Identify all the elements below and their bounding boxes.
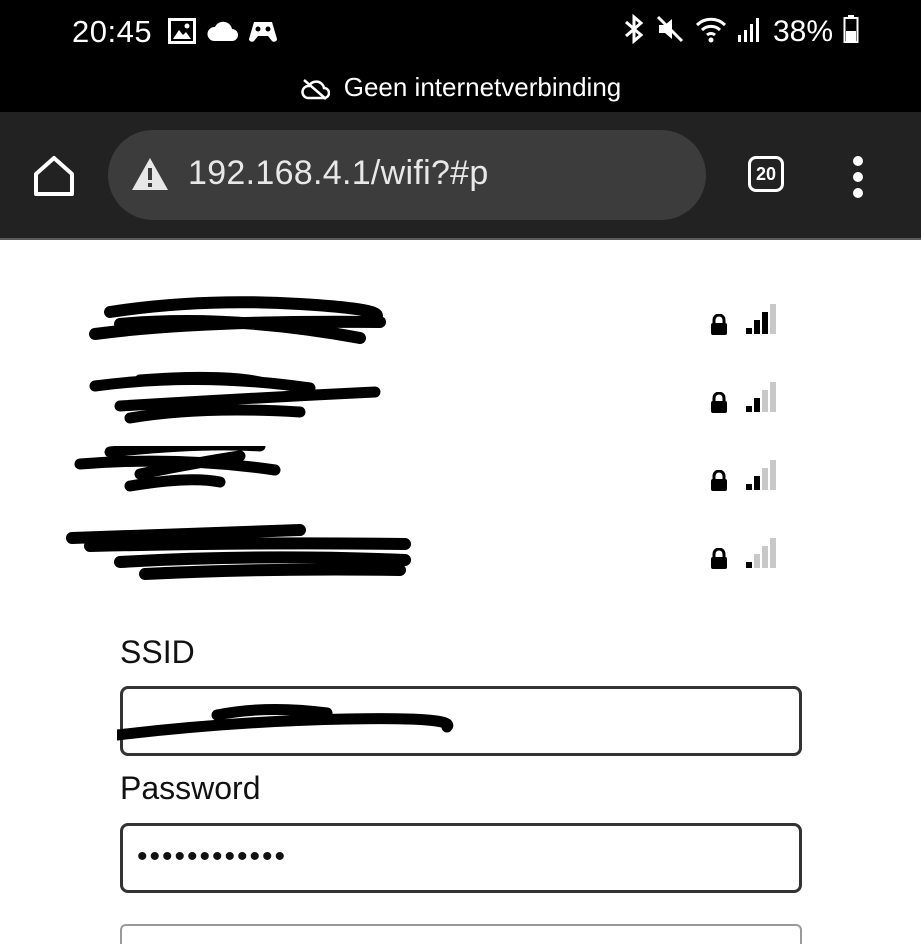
network-item[interactable] [0, 446, 921, 506]
network-item[interactable] [0, 290, 921, 350]
cell-signal-icon [737, 15, 763, 48]
address-bar[interactable]: 192.168.4.1/wifi?#p [108, 130, 706, 220]
redaction-scribble [66, 524, 411, 580]
tab-switcher-button[interactable]: 20 [748, 156, 784, 192]
next-field-edge[interactable] [120, 924, 802, 944]
network-item[interactable] [0, 368, 921, 428]
network-item[interactable] [0, 524, 921, 584]
battery-percent: 38% [772, 14, 833, 48]
cloud-off-icon [300, 79, 330, 100]
home-button[interactable] [30, 152, 78, 200]
battery-icon [843, 14, 859, 49]
password-input[interactable]: •••••••••••• [120, 823, 802, 893]
image-icon [168, 18, 196, 49]
redaction-scribble [74, 446, 281, 492]
cloud-icon [206, 20, 238, 47]
warning-icon[interactable] [130, 156, 170, 197]
browser-toolbar: 192.168.4.1/wifi?#p 20 [0, 112, 921, 240]
signal-strength-icon [746, 538, 776, 568]
status-time: 20:45 [72, 14, 153, 49]
home-icon [34, 156, 74, 196]
wifi-icon [695, 15, 727, 48]
redaction-scribble [89, 296, 386, 344]
connectivity-notice: Geen internetverbinding [0, 72, 921, 103]
status-bar: 20:45 38% Geen internetverbinding [0, 0, 921, 112]
bluetooth-icon [623, 13, 645, 49]
url-text[interactable]: 192.168.4.1/wifi?#p [188, 154, 489, 193]
password-label: Password [120, 770, 261, 806]
lock-icon [710, 469, 728, 497]
connectivity-notice-text: Geen internetverbinding [343, 72, 622, 102]
lock-icon [710, 313, 728, 341]
redaction-scribble [117, 703, 454, 741]
signal-strength-icon [746, 460, 776, 490]
signal-strength-icon [746, 304, 776, 334]
redaction-scribble [89, 371, 381, 424]
signal-strength-icon [746, 382, 776, 412]
ssid-label: SSID [120, 634, 195, 670]
lock-icon [710, 391, 728, 419]
more-options-icon[interactable] [848, 156, 868, 204]
ssid-input[interactable] [117, 686, 802, 756]
password-value[interactable]: •••••••••••• [137, 840, 287, 874]
lock-icon [710, 547, 728, 575]
notification-icons [168, 18, 278, 49]
game-controller-icon [248, 19, 278, 48]
system-icons: 38% [623, 13, 859, 49]
muted-icon [655, 14, 685, 49]
